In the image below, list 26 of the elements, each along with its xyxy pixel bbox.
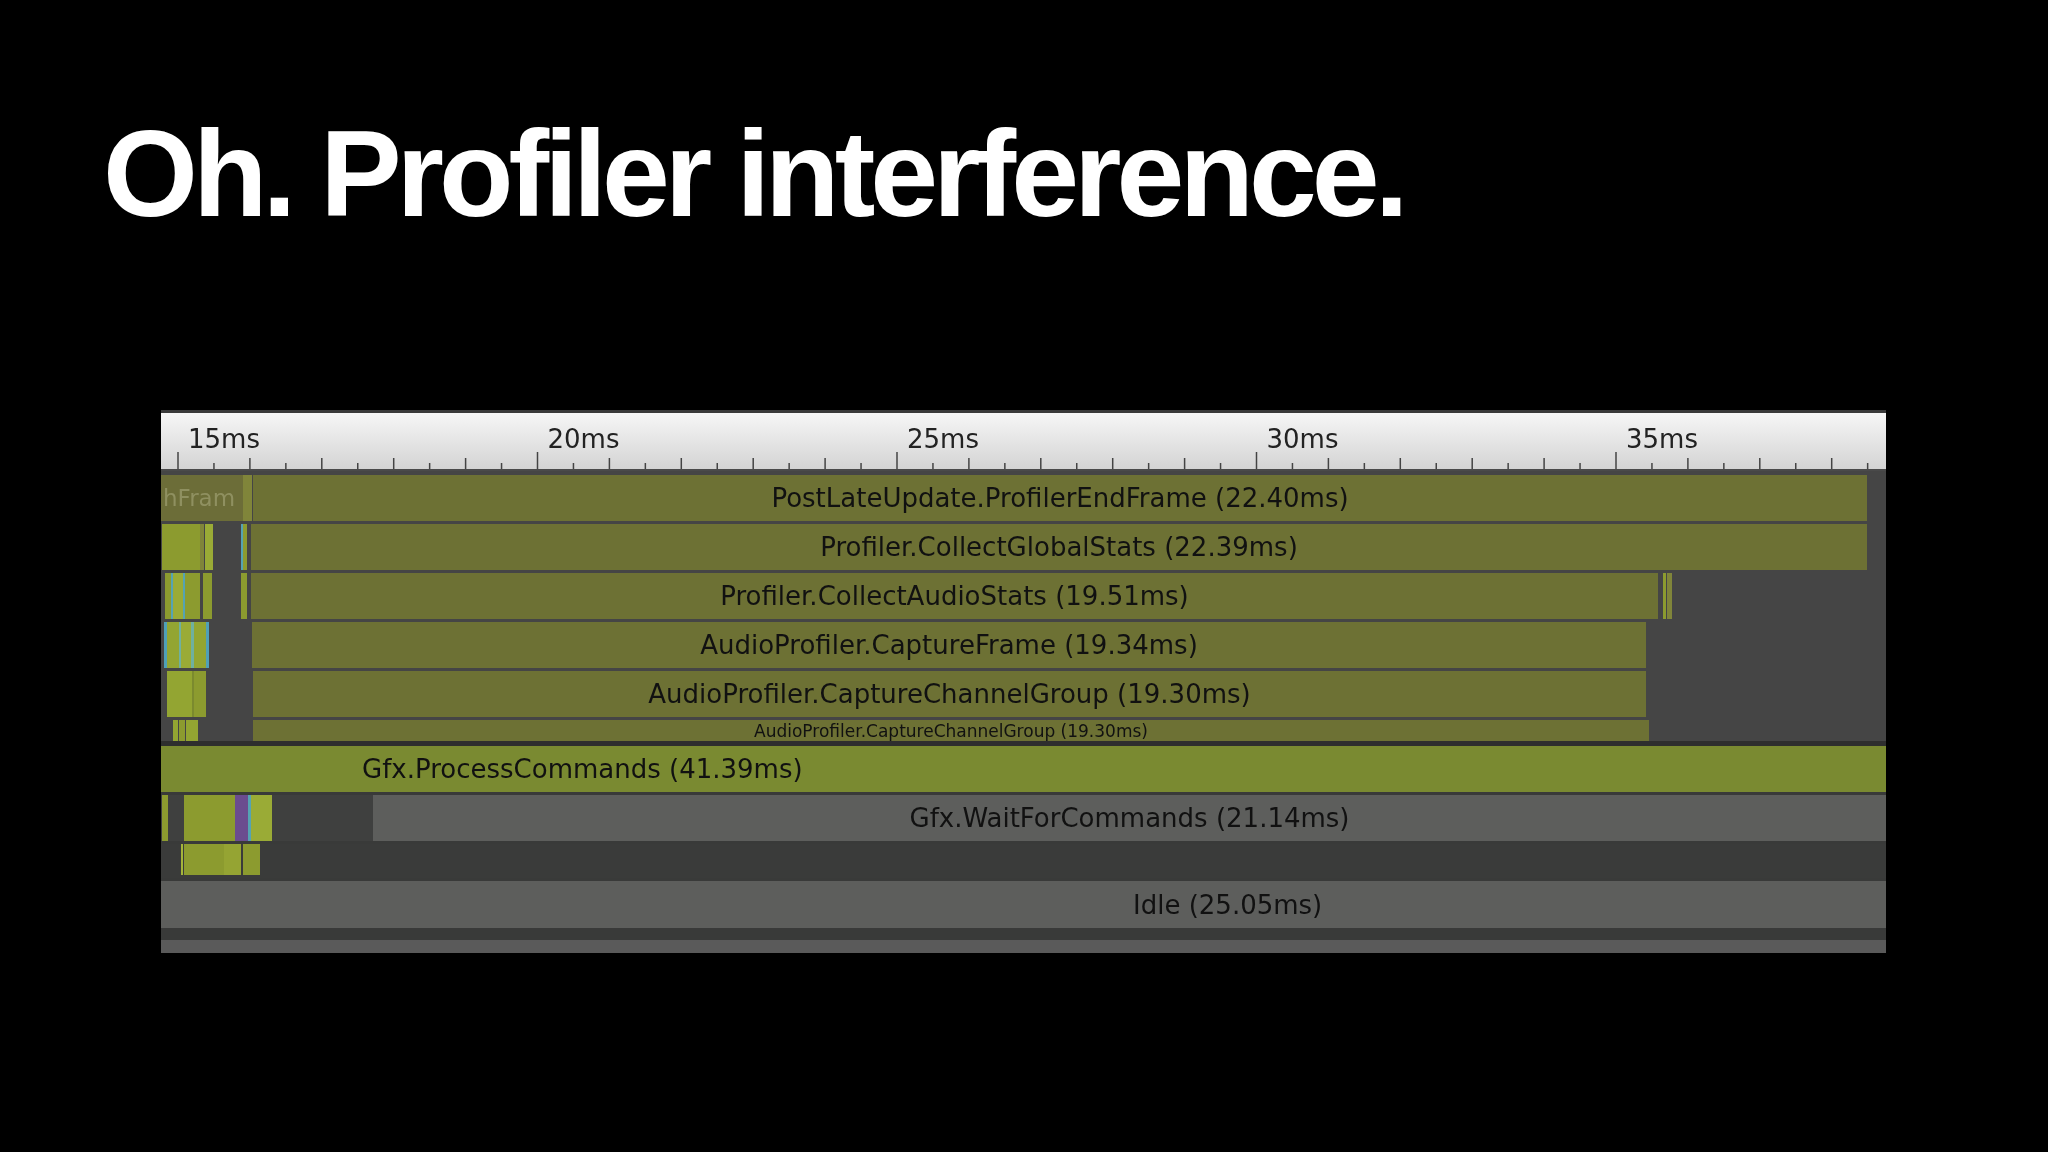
sample-bar[interactable]: Profiler.CollectAudioStats (19.51ms) xyxy=(251,573,1658,619)
sample-bar[interactable]: AudioProfiler.CaptureChannelGroup (19.30ms) xyxy=(253,720,1649,741)
sample-bar[interactable]: Profiler.CollectGlobalStats (22.39ms) xyxy=(251,524,1867,570)
ruler-label: 30ms xyxy=(1266,426,1339,452)
sample-bar[interactable]: AudioProfiler.CaptureChannelGroup (19.30ms) xyxy=(253,671,1646,717)
small-sample-blocks xyxy=(1663,573,1672,619)
small-sample-blocks xyxy=(165,573,212,619)
small-sample-blocks xyxy=(162,524,213,570)
ruler-label: 25ms xyxy=(907,426,979,452)
small-sample-blocks xyxy=(243,475,252,521)
sample-bar[interactable]: AudioProfiler.CaptureFrame (19.34ms) xyxy=(252,622,1646,668)
small-sample-blocks xyxy=(241,524,247,570)
small-sample-blocks xyxy=(167,671,206,717)
small-sample-blocks xyxy=(173,720,198,741)
small-sample-blocks xyxy=(243,844,260,875)
sample-bar[interactable]: Gfx.WaitForCommands (21.14ms) xyxy=(373,795,1886,841)
ruler-label: 35ms xyxy=(1626,426,1698,452)
small-sample-blocks xyxy=(241,573,247,619)
sample-bar[interactable]: Gfx.ProcessCommands (41.39ms) xyxy=(161,746,1886,792)
ruler-label: 20ms xyxy=(547,426,620,452)
small-sample-blocks xyxy=(162,795,168,841)
sample-bar[interactable]: PostLateUpdate.ProfilerEndFrame (22.40ms) xyxy=(253,475,1867,521)
small-sample-blocks xyxy=(181,844,241,875)
ruler-label: 15ms xyxy=(188,426,260,452)
slide-title: Oh. Profiler interference. xyxy=(103,113,1404,235)
small-sample-blocks xyxy=(164,622,209,668)
